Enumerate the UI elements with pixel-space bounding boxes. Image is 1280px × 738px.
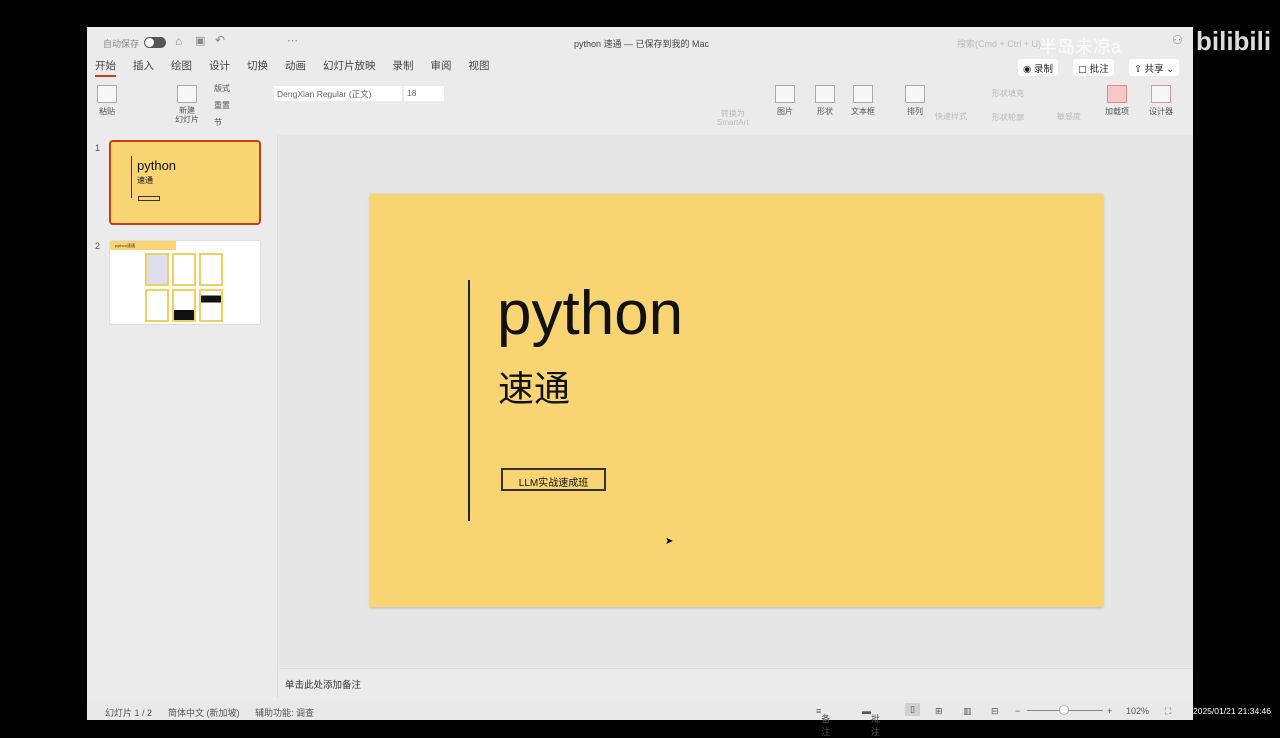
comments-status-button[interactable]: ▬ 批注: [862, 706, 880, 737]
slide-count: 幻灯片 1 / 2: [105, 708, 153, 718]
autosave-label: 自动保存: [103, 39, 140, 49]
tab-insert[interactable]: 插入: [133, 58, 154, 77]
tab-transitions[interactable]: 切换: [247, 58, 268, 77]
document-title: python 速通 — 已保存到我的 Mac: [574, 39, 710, 49]
more-icon[interactable]: ⋯: [287, 34, 298, 47]
save-icon[interactable]: ▣: [195, 34, 205, 47]
tab-draw[interactable]: 绘图: [171, 58, 192, 77]
record-button[interactable]: ◉ 录制: [1018, 59, 1058, 76]
zoom-slider-thumb[interactable]: [1059, 705, 1069, 715]
slide-thumbnail-1[interactable]: python 速通: [109, 140, 261, 225]
slideshow-button[interactable]: ⊟: [991, 706, 999, 717]
fit-slide-icon[interactable]: ⛶: [1165, 706, 1171, 717]
comments-button[interactable]: ▢ 批注: [1073, 59, 1114, 76]
layout-button[interactable]: 版式: [214, 83, 230, 94]
sensitivity-button[interactable]: 敏感度: [1057, 111, 1081, 122]
textbox-button[interactable]: 文本框: [851, 85, 875, 117]
shapes-icon: [815, 85, 835, 103]
picture-icon: [775, 85, 795, 103]
paste-button[interactable]: 粘贴: [97, 85, 117, 117]
slide-number: 1: [95, 143, 101, 153]
bilibili-logo: bilibili: [1196, 26, 1272, 56]
zoom-level[interactable]: 102%: [1126, 706, 1149, 716]
undo-icon[interactable]: ↶: [215, 33, 225, 47]
slide-thumbnail-2[interactable]: python速通: [109, 240, 261, 325]
slide-number: 2: [95, 241, 101, 251]
textbox-icon: [853, 85, 873, 103]
slide-title[interactable]: python: [497, 278, 683, 349]
slide-thumbnails-panel: 1 python 速通 2 python速通: [87, 135, 278, 698]
picture-button[interactable]: 图片: [775, 85, 795, 117]
quick-styles-button[interactable]: 快速样式: [935, 111, 967, 122]
tab-record[interactable]: 录制: [393, 58, 414, 77]
tab-animations[interactable]: 动画: [285, 58, 306, 77]
tab-home[interactable]: 开始: [95, 58, 116, 77]
powerpoint-window: 自动保存 ⌂ ▣ ↶ ⋯ python 速通 — 已保存到我的 Mac 搜索(C…: [87, 27, 1193, 737]
vertical-divider: [468, 280, 470, 521]
title-bar: 自动保存 ⌂ ▣ ↶ ⋯ python 速通 — 已保存到我的 Mac 搜索(C…: [87, 27, 1193, 57]
timestamp: 2025/01/21 21:34:46: [1193, 706, 1271, 716]
tab-slideshow[interactable]: 幻灯片放映: [323, 58, 376, 77]
tab-design[interactable]: 设计: [209, 58, 230, 77]
shapes-button[interactable]: 形状: [815, 85, 835, 117]
ribbon: 粘贴 新建 幻灯片 版式 重置 节 DengXian Regular (正文) …: [87, 77, 1193, 133]
tab-review[interactable]: 审阅: [431, 58, 452, 77]
home-icon[interactable]: ⌂: [175, 34, 182, 48]
reset-button[interactable]: 重置: [214, 100, 230, 111]
font-family-select[interactable]: DengXian Regular (正文): [274, 86, 402, 101]
notes-pane[interactable]: 单击此处添加备注: [279, 668, 1193, 698]
slide-1[interactable]: python 速通 LLM实战速成班: [370, 194, 1103, 607]
new-slide-icon: [177, 85, 197, 103]
font-size-select[interactable]: 18: [404, 86, 444, 101]
slide-sorter-button[interactable]: ⊞: [935, 706, 943, 717]
reading-view-button[interactable]: ▥: [963, 706, 972, 717]
new-slide-button[interactable]: 新建 幻灯片: [175, 85, 199, 124]
status-bar: 幻灯片 1 / 2 简体中文 (新加坡) 辅助功能: 调查 ≡ 备注 ▬ 批注 …: [87, 700, 1193, 737]
comment-icon: ▢: [1078, 64, 1090, 75]
arrange-button[interactable]: 排列: [905, 85, 925, 117]
section-button[interactable]: 节: [214, 117, 222, 128]
record-icon: ◉: [1023, 64, 1034, 75]
clipboard-icon: [97, 85, 117, 103]
zoom-in-button[interactable]: +: [1107, 706, 1112, 716]
share-icon: ⇪: [1134, 64, 1145, 75]
designer-button[interactable]: 设计器: [1149, 85, 1173, 117]
shape-fill-button[interactable]: 形状填充: [992, 88, 1024, 99]
mouse-cursor-icon: ➤: [665, 536, 674, 547]
shape-outline-button[interactable]: 形状轮廓: [992, 112, 1024, 123]
arrange-icon: [905, 85, 925, 103]
addins-button[interactable]: 加载项: [1105, 85, 1129, 117]
watermark: 半岛未凉a: [1039, 37, 1122, 57]
slide-tag-box[interactable]: LLM实战速成班: [501, 468, 606, 491]
ribbon-tabs: 开始 插入 绘图 设计 切换 动画 幻灯片放映 录制 审阅 视图: [95, 58, 490, 77]
share-button[interactable]: ⇪ 共享 ⌄: [1129, 59, 1180, 76]
language[interactable]: 简体中文 (新加坡): [168, 706, 240, 719]
tab-view[interactable]: 视图: [469, 58, 490, 77]
addins-icon: [1107, 85, 1127, 103]
notes-button[interactable]: ≡ 备注: [816, 706, 830, 737]
account-icon[interactable]: ⚇: [1172, 33, 1183, 47]
accessibility-status[interactable]: 辅助功能: 调查: [255, 706, 314, 719]
autosave-toggle[interactable]: [144, 37, 166, 48]
designer-icon: [1151, 85, 1171, 103]
slide-subtitle[interactable]: 速通: [498, 360, 570, 412]
search-input[interactable]: 搜索(Cmd + Ctrl + U): [957, 37, 1041, 50]
zoom-out-button[interactable]: −: [1015, 706, 1020, 716]
convert-smartart-button[interactable]: 转换为 SmartArt: [717, 109, 749, 127]
normal-view-button[interactable]: ▯: [905, 703, 920, 716]
